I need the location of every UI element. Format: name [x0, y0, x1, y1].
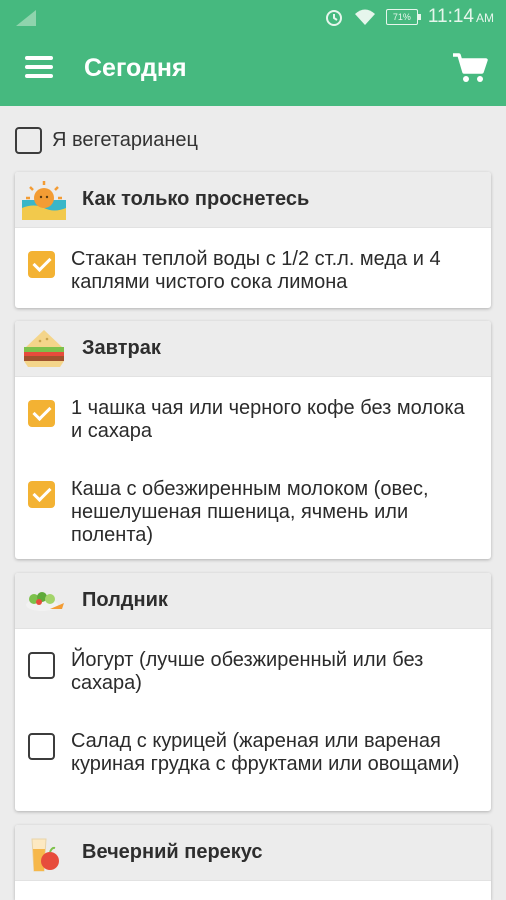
- page-title: Сегодня: [84, 54, 187, 82]
- list-item[interactable]: 1 чашка чая или черного кофе без молока …: [15, 397, 491, 443]
- app-bar: Сегодня: [0, 34, 506, 106]
- item-checkbox[interactable]: [28, 733, 55, 760]
- list-item[interactable]: Салад с курицей (жареная или вареная кур…: [15, 730, 491, 776]
- list-item[interactable]: Каша с обезжиренным молоком (овес, нешел…: [15, 478, 491, 547]
- signal-icon: [16, 10, 36, 26]
- vegetarian-label: Я вегетарианец: [52, 128, 198, 151]
- item-text: 1 чашка чая или черного кофе без молока …: [71, 397, 465, 442]
- vegetarian-toggle[interactable]: Я вегетарианец: [15, 124, 198, 156]
- meal-card-header: Вечерний перекус: [15, 825, 491, 881]
- menu-button[interactable]: [25, 56, 53, 80]
- meal-card-snack: Полдник Йогурт (лучше обезжиренный или б…: [15, 573, 491, 811]
- meal-title: Вечерний перекус: [82, 841, 263, 863]
- alarm-icon: [325, 10, 342, 26]
- wifi-icon: [354, 9, 375, 25]
- battery-level: 71%: [392, 12, 411, 22]
- item-checkbox[interactable]: [28, 652, 55, 679]
- item-text: Каша с обезжиренным молоком (овес, нешел…: [71, 478, 429, 546]
- item-text: Стакан теплой воды с 1/2 ст.л. меда и 4 …: [71, 248, 441, 293]
- meal-card-header: Полдник: [15, 573, 491, 629]
- sandwich-icon: [19, 325, 69, 373]
- meal-card-wake-up: Как только проснетесь Стакан теплой воды…: [15, 172, 491, 308]
- meal-card-evening-snack: Вечерний перекус: [15, 825, 491, 900]
- battery-icon: 71%: [385, 9, 421, 25]
- item-text: Салад с курицей (жареная или вареная кур…: [71, 730, 460, 775]
- salad-icon: [19, 577, 69, 625]
- meal-title: Полдник: [82, 589, 168, 611]
- meal-title: Завтрак: [82, 337, 161, 359]
- meal-card-header: Завтрак: [15, 321, 491, 377]
- menu-icon: [25, 56, 53, 60]
- clock: 11:14 AM: [428, 6, 494, 28]
- vegetarian-checkbox[interactable]: [15, 126, 42, 154]
- status-bar: 71% 11:14 AM: [0, 0, 506, 34]
- list-item[interactable]: Стакан теплой воды с 1/2 ст.л. меда и 4 …: [15, 248, 491, 294]
- item-checkbox[interactable]: [28, 481, 55, 508]
- clock-ampm: AM: [476, 11, 494, 25]
- cart-icon[interactable]: [452, 52, 488, 84]
- sunrise-icon: [19, 176, 69, 224]
- item-checkbox[interactable]: [28, 251, 55, 278]
- meal-card-breakfast: Завтрак 1 чашка чая или черного кофе без…: [15, 321, 491, 559]
- item-text: Йогурт (лучше обезжиренный или без сахар…: [71, 649, 424, 694]
- meal-title: Как только проснетесь: [82, 188, 310, 210]
- item-checkbox[interactable]: [28, 400, 55, 427]
- list-item[interactable]: Йогурт (лучше обезжиренный или без сахар…: [15, 649, 491, 695]
- meal-card-header: Как только проснетесь: [15, 172, 491, 228]
- clock-time: 11:14: [427, 6, 474, 27]
- juice-apple-icon: [19, 829, 69, 877]
